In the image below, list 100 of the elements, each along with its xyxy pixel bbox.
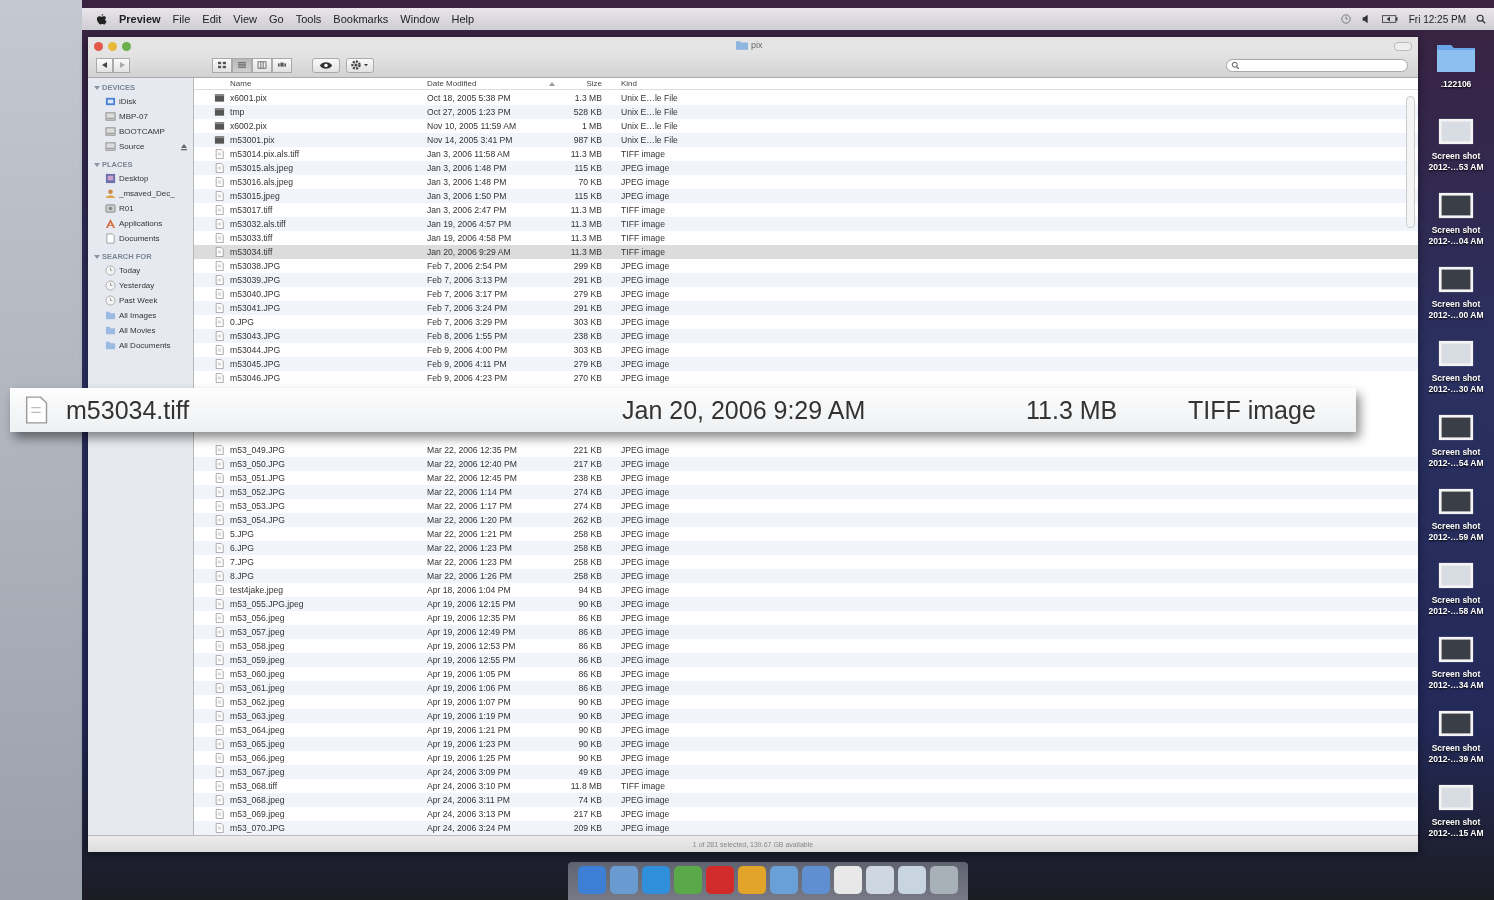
file-row[interactable]: m53_069.jpeg Apr 24, 2006 3:13 PM 217 KB JPEG image <box>194 807 1418 821</box>
file-row[interactable]: m53_050.JPG Mar 22, 2006 12:40 PM 217 KB JPEG image <box>194 457 1418 471</box>
file-row[interactable]: m53032.als.tiff Jan 19, 2006 4:57 PM 11.3 MB TIFF image <box>194 217 1418 231</box>
file-row[interactable]: m53044.JPG Feb 9, 2006 4:00 PM 303 KB JPEG image <box>194 343 1418 357</box>
back-button[interactable] <box>96 57 113 73</box>
sidebar-item[interactable]: MBP-07 <box>119 112 148 121</box>
sidebar-item[interactable]: _msaved_Dec_ <box>119 189 175 198</box>
file-row[interactable]: m53_059.jpeg Apr 19, 2006 12:55 PM 86 KB JPEG image <box>194 653 1418 667</box>
sidebar-item[interactable]: BOOTCAMP <box>119 127 165 136</box>
screenshot-thumbnail-icon[interactable] <box>1438 562 1474 589</box>
screenshot-thumbnail-icon[interactable] <box>1438 488 1474 515</box>
file-row[interactable]: m53_060.jpeg Apr 19, 2006 1:05 PM 86 KB JPEG image <box>194 667 1418 681</box>
sidebar-item[interactable]: All Movies <box>119 326 156 335</box>
file-row[interactable]: m53034.tiff Jan 20, 2006 9:29 AM 11.3 MB TIFF image <box>194 245 1418 259</box>
file-row[interactable]: m53038.JPG Feb 7, 2006 2:54 PM 299 KB JPEG image <box>194 259 1418 273</box>
sidebar-item[interactable]: Past Week <box>119 296 158 305</box>
zoom-button[interactable] <box>122 41 131 51</box>
action-menu-button[interactable] <box>346 57 374 73</box>
sidebar-item[interactable]: R01 <box>119 204 134 213</box>
menu-item[interactable]: Edit <box>202 13 222 25</box>
file-row[interactable]: x6001.pix Oct 18, 2005 5:38 PM 1.3 MB Unix E…le File <box>194 91 1418 105</box>
file-row[interactable]: m53039.JPG Feb 7, 2006 3:13 PM 291 KB JPEG image <box>194 273 1418 287</box>
column-header[interactable]: Kind <box>621 79 637 88</box>
sidebar-item[interactable]: All Images <box>119 311 157 320</box>
file-row[interactable]: m53040.JPG Feb 7, 2006 3:17 PM 279 KB JPEG image <box>194 287 1418 301</box>
menu-item[interactable]: Go <box>268 13 284 25</box>
file-row[interactable]: m53_053.JPG Mar 22, 2006 1:17 PM 274 KB JPEG image <box>194 499 1418 513</box>
file-row[interactable]: m53033.tiff Jan 19, 2006 4:58 PM 11.3 MB TIFF image <box>194 231 1418 245</box>
file-row[interactable]: m53_054.JPG Mar 22, 2006 1:20 PM 262 KB JPEG image <box>194 513 1418 527</box>
dock-app-icon[interactable] <box>930 866 958 894</box>
desktop-icon-label[interactable]: Screen shot 2012-…00 AM <box>1428 299 1484 321</box>
column-header[interactable]: Size <box>557 79 602 88</box>
sidebar-item[interactable]: Desktop <box>119 174 149 183</box>
column-header[interactable]: Date Modified <box>427 79 557 88</box>
file-row[interactable]: 8.JPG Mar 22, 2006 1:26 PM 258 KB JPEG image <box>194 569 1418 583</box>
file-row[interactable]: m53001.pix Nov 14, 2005 3:41 PM 987 KB Unix E…le File <box>194 133 1418 147</box>
battery-icon[interactable] <box>1380 14 1399 24</box>
file-row[interactable]: m53_065.jpeg Apr 19, 2006 1:23 PM 90 KB JPEG image <box>194 737 1418 751</box>
desktop-icon-label[interactable]: Screen shot 2012-…53 AM <box>1428 151 1484 173</box>
file-row[interactable]: m53_061.jpeg Apr 19, 2006 1:06 PM 86 KB JPEG image <box>194 681 1418 695</box>
desktop-icon-label[interactable]: Screen shot 2012-…39 AM <box>1428 743 1484 765</box>
desktop-icon-label[interactable]: .122106 <box>1440 79 1472 90</box>
sidebar-item[interactable]: Documents <box>119 234 160 243</box>
file-row[interactable]: m53_052.JPG Mar 22, 2006 1:14 PM 274 KB JPEG image <box>194 485 1418 499</box>
file-row[interactable]: m53046.JPG Feb 9, 2006 4:23 PM 270 KB JPEG image <box>194 371 1418 385</box>
file-row[interactable]: m53041.JPG Feb 7, 2006 3:24 PM 291 KB JPEG image <box>194 301 1418 315</box>
file-row[interactable]: m53043.JPG Feb 8, 2006 1:55 PM 238 KB JPEG image <box>194 329 1418 343</box>
menu-item[interactable]: Help <box>451 13 475 25</box>
dock-app-icon[interactable] <box>770 866 798 894</box>
sidebar-item[interactable]: Today <box>119 266 141 275</box>
menu-item[interactable]: Tools <box>295 13 322 25</box>
screenshot-thumbnail-icon[interactable] <box>1438 710 1474 737</box>
sidebar-item[interactable]: iDisk <box>119 97 137 106</box>
file-row[interactable]: test4jake.jpeg Apr 18, 2006 1:04 PM 94 KB JPEG image <box>194 583 1418 597</box>
file-row[interactable]: m53017.tiff Jan 3, 2006 2:47 PM 11.3 MB TIFF image <box>194 203 1418 217</box>
sidebar-item[interactable]: Source <box>119 142 145 151</box>
apple-icon[interactable] <box>96 12 107 26</box>
sidebar-item[interactable]: Yesterday <box>119 281 155 290</box>
disclosure-triangle-icon[interactable] <box>94 84 100 91</box>
desktop-icon-label[interactable]: Screen shot 2012-…58 AM <box>1428 595 1484 617</box>
file-row[interactable]: m53_051.JPG Mar 22, 2006 12:45 PM 238 KB JPEG image <box>194 471 1418 485</box>
column-header[interactable]: Name <box>230 79 410 88</box>
view-mode-button[interactable] <box>272 57 292 73</box>
file-row[interactable]: m53016.als.jpeg Jan 3, 2006 1:48 PM 70 KB JPEG image <box>194 175 1418 189</box>
dock-app-icon[interactable] <box>738 866 766 894</box>
file-row[interactable]: m53015.als.jpeg Jan 3, 2006 1:48 PM 115 KB JPEG image <box>194 161 1418 175</box>
view-mode-button[interactable] <box>232 57 252 73</box>
file-row[interactable]: m53_070.JPG Apr 24, 2006 3:24 PM 209 KB JPEG image <box>194 821 1418 835</box>
file-row[interactable]: x6002.pix Nov 10, 2005 11:59 AM 1 MB Unix E…le File <box>194 119 1418 133</box>
file-row[interactable]: m53_066.jpeg Apr 19, 2006 1:25 PM 90 KB JPEG image <box>194 751 1418 765</box>
sort-arrow-icon[interactable] <box>549 80 555 87</box>
clock-icon[interactable] <box>1340 14 1351 24</box>
file-row[interactable]: 5.JPG Mar 22, 2006 1:21 PM 258 KB JPEG image <box>194 527 1418 541</box>
file-row[interactable]: m53_064.jpeg Apr 19, 2006 1:21 PM 90 KB JPEG image <box>194 723 1418 737</box>
scrollbar[interactable] <box>1406 96 1415 228</box>
file-row[interactable]: m53_049.JPG Mar 22, 2006 12:35 PM 221 KB JPEG image <box>194 443 1418 457</box>
file-row[interactable]: 6.JPG Mar 22, 2006 1:23 PM 258 KB JPEG image <box>194 541 1418 555</box>
screenshot-thumbnail-icon[interactable] <box>1438 784 1474 811</box>
quick-look-button[interactable] <box>312 57 340 73</box>
menu-item[interactable]: Bookmarks <box>333 13 389 25</box>
close-button[interactable] <box>94 41 103 51</box>
menu-item[interactable]: Window <box>400 13 440 25</box>
file-row[interactable]: m53_057.jpeg Apr 19, 2006 12:49 PM 86 KB JPEG image <box>194 625 1418 639</box>
minimize-button[interactable] <box>108 41 117 51</box>
dock-app-icon[interactable] <box>610 866 638 894</box>
desktop-icon-label[interactable]: Screen shot 2012-…04 AM <box>1428 225 1484 247</box>
screenshot-thumbnail-icon[interactable] <box>1438 414 1474 441</box>
file-row[interactable]: m53_067.jpeg Apr 24, 2006 3:09 PM 49 KB JPEG image <box>194 765 1418 779</box>
file-row[interactable]: tmp Oct 27, 2005 1:23 PM 528 KB Unix E…le File <box>194 105 1418 119</box>
sidebar-item[interactable]: All Documents <box>119 341 171 350</box>
file-row[interactable]: m53015.jpeg Jan 3, 2006 1:50 PM 115 KB JPEG image <box>194 189 1418 203</box>
dock-app-icon[interactable] <box>866 866 894 894</box>
file-row[interactable]: 7.JPG Mar 22, 2006 1:23 PM 258 KB JPEG image <box>194 555 1418 569</box>
file-row[interactable]: m53_068.tiff Apr 24, 2006 3:10 PM 11.8 MB TIFF image <box>194 779 1418 793</box>
disclosure-triangle-icon[interactable] <box>94 161 100 168</box>
screenshot-thumbnail-icon[interactable] <box>1438 118 1474 145</box>
desktop-icon-label[interactable]: Screen shot 2012-…15 AM <box>1428 817 1484 839</box>
desktop-icon-label[interactable]: Screen shot 2012-…59 AM <box>1428 521 1484 543</box>
disclosure-triangle-icon[interactable] <box>94 253 100 260</box>
toolbar-toggle-button[interactable] <box>1394 41 1412 51</box>
